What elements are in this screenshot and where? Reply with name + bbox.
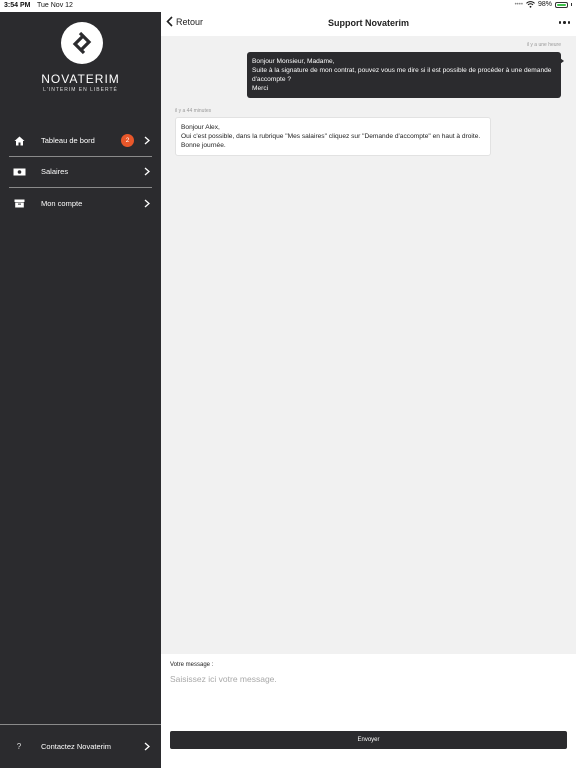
sidebar-footer-divider — [0, 724, 161, 725]
archive-box-icon — [9, 199, 29, 208]
message-timestamp: il y a une heure — [526, 42, 561, 48]
brand-tagline: L'INTERIM EN LIBERTÉ — [43, 87, 118, 93]
status-bar: 3:54 PM Tue Nov 12 •••• 98% — [0, 0, 576, 12]
message-composer: Votre message : Envoyer — [161, 654, 576, 768]
novaterim-logo — [61, 22, 103, 64]
chevron-right-icon — [142, 136, 152, 145]
chevron-right-icon — [142, 742, 152, 751]
message-input[interactable] — [170, 674, 566, 724]
sidebar-item-tableau-de-bord[interactable]: Tableau de bord 2 — [9, 125, 152, 156]
status-date: Tue Nov 12 — [37, 2, 73, 9]
message-line: Merci — [252, 85, 269, 92]
chat-thread[interactable]: il y a une heure Bonjour Monsieur, Madam… — [161, 36, 576, 654]
sidebar-item-label: Contactez Novaterim — [41, 742, 112, 751]
message-label: Votre message : — [170, 662, 214, 668]
message-timestamp: il y a 44 minutes — [175, 108, 212, 114]
brand-name: NOVATERIM — [41, 72, 120, 86]
banknote-icon — [9, 168, 29, 176]
sidebar-item-mon-compte[interactable]: Mon compte — [9, 188, 152, 219]
message-line: Suite à la signature de mon contrat, pou… — [252, 67, 554, 83]
message-line: Bonjour Monsieur, Madame, — [252, 58, 335, 65]
battery-percent: 98% — [537, 1, 552, 8]
message-line: Bonjour Alex, — [181, 124, 220, 131]
sidebar-item-label: Mon compte — [41, 199, 83, 208]
sidebar-item-label: Tableau de bord — [41, 136, 95, 145]
sidebar-item-contactez-novaterim[interactable]: ? Contactez Novaterim — [9, 731, 152, 762]
sidebar-item-salaires[interactable]: Salaires — [9, 156, 152, 187]
page-title: Support Novaterim — [327, 18, 409, 28]
status-time: 3:54 PM — [4, 2, 31, 9]
status-indicators: •••• 98% — [515, 1, 572, 8]
send-button[interactable]: Envoyer — [170, 731, 567, 749]
chat-header: Retour Support Novaterim — [161, 12, 576, 36]
sidebar-item-label: Salaires — [41, 167, 69, 176]
message-bubble-sent: Bonjour Monsieur, Madame, Suite à la sig… — [247, 52, 561, 98]
chevron-right-icon — [142, 167, 152, 176]
notification-badge: 2 — [121, 134, 134, 147]
chevron-right-icon — [142, 199, 152, 208]
question-icon: ? — [16, 742, 22, 751]
more-dots-icon — [558, 21, 561, 24]
message-line: Bonne journée. — [181, 142, 226, 149]
wifi-icon — [526, 1, 535, 8]
message-bubble-received: Bonjour Alex, Oui c'est possible, dans l… — [175, 117, 491, 156]
sidebar: NOVATERIM L'INTERIM EN LIBERTÉ Tableau d… — [0, 12, 161, 768]
more-options-button[interactable] — [558, 21, 570, 24]
home-icon — [9, 136, 29, 146]
message-line: Oui c'est possible, dans la rubrique "Me… — [181, 133, 481, 140]
signal-icon: •••• — [514, 1, 523, 8]
battery-icon — [555, 1, 568, 8]
